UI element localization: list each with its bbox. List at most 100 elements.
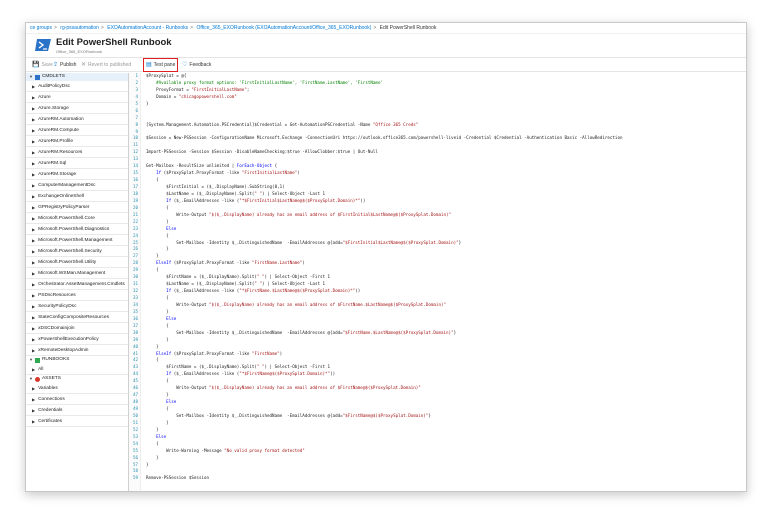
code-line[interactable]: { (142, 323, 746, 330)
runbooks-section-header[interactable]: ▼ RUNBOOKS (26, 356, 128, 364)
code-line[interactable]: { (142, 267, 746, 274)
code-line[interactable]: } (142, 344, 746, 351)
code-line[interactable]: } (142, 253, 746, 260)
code-line[interactable]: ElseIf ($ProxySplat.ProxyFormat -like "F… (142, 351, 746, 358)
code-line[interactable]: { (142, 205, 746, 212)
cmdlet-item[interactable]: ▶ StateConfigCompositeResources (26, 312, 128, 323)
code-line[interactable]: If ($_.EmailAddresses -like ("*$FirstNam… (142, 288, 746, 295)
cmdlets-section-header[interactable]: ▼ CMDLETS (26, 73, 128, 81)
cmdlet-item[interactable]: ▶ AzureRM.Compute (26, 125, 128, 136)
code-line[interactable]: Else (142, 434, 746, 441)
save-button[interactable]: 💾 Save (32, 60, 53, 70)
code-line[interactable]: } (142, 462, 746, 469)
code-line[interactable] (142, 129, 746, 136)
cmdlet-item[interactable]: ▶ xDSCDomainjoin (26, 323, 128, 334)
code-line[interactable] (142, 142, 746, 149)
code-line[interactable]: #Available proxy format options: 'FirstI… (142, 80, 746, 87)
code-line[interactable]: Remove-PSSession $Session (142, 475, 746, 482)
publish-button[interactable]: ⇪ Publish (53, 60, 76, 70)
code-line[interactable]: } (142, 309, 746, 316)
code-line[interactable]: Else (142, 316, 746, 323)
cmdlet-item[interactable]: ▶ Microsoft.PowerShell.Core (26, 213, 128, 224)
code-line[interactable]: Import-PSSession -Session $Session -Disa… (142, 149, 746, 156)
code-line[interactable]: } (142, 392, 746, 399)
code-line[interactable] (142, 115, 746, 122)
code-line[interactable]: Write-Warning -Message "No valid proxy f… (142, 448, 746, 455)
code-line[interactable]: Set-Mailbox -Identity $_.DistinguishedNa… (142, 240, 746, 247)
cmdlet-item[interactable]: ▶ AzureRM.Storage (26, 169, 128, 180)
cmdlet-item[interactable]: ▶ AzureRM.Automation (26, 114, 128, 125)
code-line[interactable]: [System.Management.Automation.PSCredenti… (142, 122, 746, 129)
cmdlet-item[interactable]: ▶ Azure.Storage (26, 103, 128, 114)
code-line[interactable] (142, 468, 746, 475)
code-area[interactable]: $ProxySplat = @{ #Available proxy format… (142, 73, 746, 491)
cmdlet-item[interactable]: ▶ xRemoteDesktopAdmin (26, 345, 128, 356)
code-line[interactable]: { (142, 295, 746, 302)
cmdlet-item[interactable]: ▶ PSDscResources (26, 290, 128, 301)
code-line[interactable] (142, 108, 746, 115)
code-line[interactable] (142, 156, 746, 163)
cmdlet-item[interactable]: ▶ GPRegistryPolicyParser (26, 202, 128, 213)
code-line[interactable]: $Session = New-PSSession -ConfigurationN… (142, 135, 746, 142)
code-line[interactable]: Set-Mailbox -Identity $_.DistinguishedNa… (142, 330, 746, 337)
runbook-item[interactable]: ▶ All (26, 364, 128, 375)
code-line[interactable]: } (142, 101, 746, 108)
cmdlet-item[interactable]: ▶ ExchangeOnlineShell (26, 191, 128, 202)
asset-item[interactable]: ▶ Connections (26, 394, 128, 405)
code-line[interactable]: } (142, 455, 746, 462)
cmdlet-item[interactable]: ▶ Microsoft.WSMan.Management (26, 268, 128, 279)
breadcrumb-item[interactable]: ce groups (30, 25, 52, 31)
code-line[interactable]: Else (142, 399, 746, 406)
code-line[interactable]: { (142, 233, 746, 240)
code-line[interactable]: { (142, 406, 746, 413)
code-line[interactable]: { (142, 357, 746, 364)
code-line[interactable]: { (142, 378, 746, 385)
code-line[interactable]: $ProxySplat = @{ (142, 73, 746, 80)
code-line[interactable]: } (142, 337, 746, 344)
code-editor[interactable]: 1 2 3 4 5 6 7 8 9 10 11 12 13 14 15 16 17 18 19 20 21 22 23 24 2… (129, 73, 746, 491)
cmdlet-item[interactable]: ▶ AzureRM.Sql (26, 158, 128, 169)
code-line[interactable]: Write-Output "$($_.DisplayName) already … (142, 212, 746, 219)
cmdlet-item[interactable]: ▶ ComputerManagementDsc (26, 180, 128, 191)
cmdlet-item[interactable]: ▶ AzureRM.Profile (26, 136, 128, 147)
code-line[interactable]: } (142, 427, 746, 434)
code-line[interactable]: Write-Output "$($_.DisplayName) already … (142, 302, 746, 309)
asset-item[interactable]: ▶ Variables (26, 383, 128, 394)
revert-button[interactable]: ✕ Revert to published (81, 60, 131, 70)
code-line[interactable]: } (142, 420, 746, 427)
cmdlet-item[interactable]: ▶ AuditPolicyDsc (26, 81, 128, 92)
cmdlet-item[interactable]: ▶ SecurityPolicyDsc (26, 301, 128, 312)
test-pane-button[interactable]: ▤ Test pane (146, 60, 175, 70)
cmdlet-item[interactable]: ▶ Orchestrator.AssetManagement.Cmdlets (26, 279, 128, 290)
code-line[interactable]: Set-Mailbox -Identity $_.DistinguishedNa… (142, 413, 746, 420)
code-line[interactable]: Write-Output "$($_.DisplayName) already … (142, 385, 746, 392)
code-line[interactable]: { (142, 177, 746, 184)
code-line[interactable]: Get-Mailbox -ResultSize unlimited | ForE… (142, 163, 746, 170)
code-line[interactable]: { (142, 441, 746, 448)
breadcrumb-item[interactable]: EXOAutomationAccount - Runbooks (107, 25, 188, 31)
code-line[interactable]: ElseIf ($ProxySplat.ProxyFormat -like "F… (142, 260, 746, 267)
cmdlet-item[interactable]: ▶ Microsoft.PowerShell.Management (26, 235, 128, 246)
cmdlet-item[interactable]: ▶ Microsoft.PowerShell.Security (26, 246, 128, 257)
cmdlet-item[interactable]: ▶ xPowerShellExecutionPolicy (26, 334, 128, 345)
code-line[interactable]: $LastName = ($_.DisplayName).Split(" ") … (142, 191, 746, 198)
code-line[interactable]: $LastName = ($_.DisplayName).Split(" ") … (142, 281, 746, 288)
code-line[interactable]: Else (142, 226, 746, 233)
cmdlet-item[interactable]: ▶ AzureRM.Resources (26, 147, 128, 158)
feedback-button[interactable]: ♡ Feedback (182, 60, 211, 70)
code-line[interactable]: If ($ProxySplat.ProxyFormat -like "First… (142, 170, 746, 177)
code-line[interactable]: If ($_.EmailAddresses -like ("*$FirstNam… (142, 371, 746, 378)
code-line[interactable]: ProxyFormat = "FirstInitialLastName"; (142, 87, 746, 94)
breadcrumb-item[interactable]: rg-pssautomation (60, 25, 99, 31)
code-line[interactable]: } (142, 219, 746, 226)
cmdlet-item[interactable]: ▶ Microsoft.PowerShell.Utility (26, 257, 128, 268)
asset-item[interactable]: ▶ Certificates (26, 416, 128, 427)
asset-item[interactable]: ▶ Credentials (26, 405, 128, 416)
code-line[interactable]: $FirstName = ($_.DisplayName).Split(" ")… (142, 274, 746, 281)
code-line[interactable]: $FirstName = ($_.DisplayName).Split(" ")… (142, 364, 746, 371)
code-line[interactable]: } (142, 246, 746, 253)
breadcrumb-item[interactable]: Office_365_EXORunbook (EXOAutomationAcco… (196, 25, 371, 31)
assets-section-header[interactable]: ▼ ASSETS (26, 375, 128, 383)
code-line[interactable]: Domain = "chicagopowershell.com" (142, 94, 746, 101)
cmdlet-item[interactable]: ▶ Azure (26, 92, 128, 103)
